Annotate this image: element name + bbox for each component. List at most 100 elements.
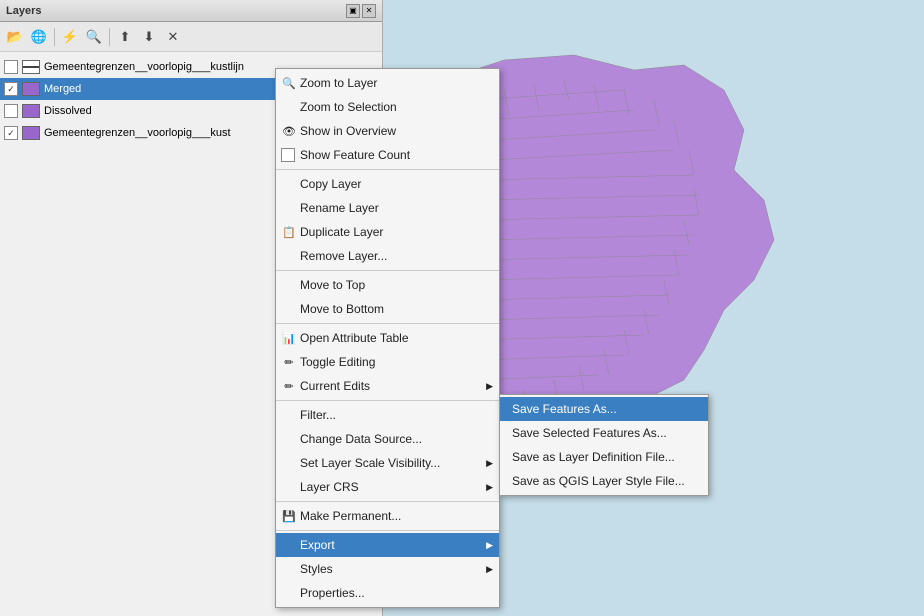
menu-separator-6	[276, 530, 499, 531]
save-selected-features-as-label: Save Selected Features As...	[512, 426, 667, 440]
toolbar-sep-1	[54, 28, 55, 46]
current-edits-item[interactable]: ✏ Current Edits	[276, 374, 499, 398]
save-features-as-item[interactable]: Save Features As...	[500, 397, 708, 421]
layer-name: Merged	[44, 83, 81, 95]
zoom-to-selection-icon	[281, 99, 297, 115]
open-layer-button[interactable]: 📂	[4, 26, 26, 48]
show-in-overview-item[interactable]: 👁 Show in Overview	[276, 119, 499, 143]
move-up-button[interactable]: ⬆	[114, 26, 136, 48]
toggle-editing-icon: ✏	[281, 354, 297, 370]
layer-name: Gemeentegrenzen__voorlopig___kustlijn	[44, 61, 244, 73]
layers-panel-title: Layers	[6, 5, 41, 17]
save-features-as-label: Save Features As...	[512, 402, 617, 416]
layer-crs-icon	[281, 479, 297, 495]
add-wms-button[interactable]: 🌐	[28, 26, 50, 48]
zoom-to-layer-label: Zoom to Layer	[300, 76, 377, 90]
layer-type-icon	[22, 126, 40, 140]
make-permanent-item[interactable]: 💾 Make Permanent...	[276, 504, 499, 528]
remove-layer-icon	[281, 248, 297, 264]
copy-layer-item[interactable]: Copy Layer	[276, 172, 499, 196]
menu-separator-5	[276, 501, 499, 502]
layer-checkbox[interactable]	[4, 82, 18, 96]
properties-icon	[281, 585, 297, 601]
filter-label: Filter...	[300, 408, 336, 422]
restore-button[interactable]: ▣	[346, 4, 360, 18]
layer-name: Dissolved	[44, 105, 92, 117]
set-layer-scale-icon	[281, 455, 297, 471]
close-button[interactable]: ✕	[362, 4, 376, 18]
show-in-overview-label: Show in Overview	[300, 124, 396, 138]
open-attribute-table-label: Open Attribute Table	[300, 331, 409, 345]
move-down-button[interactable]: ⬇	[138, 26, 160, 48]
zoom-to-layer-item[interactable]: 🔍 Zoom to Layer	[276, 71, 499, 95]
layer-type-icon	[22, 60, 40, 74]
filter-button[interactable]: ⚡	[59, 26, 81, 48]
duplicate-layer-item[interactable]: 📋 Duplicate Layer	[276, 220, 499, 244]
change-data-source-item[interactable]: Change Data Source...	[276, 427, 499, 451]
export-submenu: Save Features As... Save Selected Featur…	[499, 394, 709, 496]
current-edits-label: Current Edits	[300, 379, 370, 393]
zoom-to-selection-item[interactable]: Zoom to Selection	[276, 95, 499, 119]
change-data-source-label: Change Data Source...	[300, 432, 422, 446]
menu-separator-1	[276, 169, 499, 170]
show-feature-count-label: Show Feature Count	[300, 148, 410, 162]
layer-type-icon	[22, 104, 40, 118]
layer-crs-label: Layer CRS	[300, 480, 359, 494]
copy-layer-icon	[281, 176, 297, 192]
toggle-editing-item[interactable]: ✏ Toggle Editing	[276, 350, 499, 374]
toolbar-sep-2	[109, 28, 110, 46]
move-to-top-label: Move to Top	[300, 278, 365, 292]
show-feature-count-item[interactable]: Show Feature Count	[276, 143, 499, 167]
save-as-layer-def-label: Save as Layer Definition File...	[512, 450, 675, 464]
open-attribute-table-icon: 📊	[281, 330, 297, 346]
make-permanent-label: Make Permanent...	[300, 509, 401, 523]
properties-label: Properties...	[300, 586, 365, 600]
menu-separator-3	[276, 323, 499, 324]
make-permanent-icon: 💾	[281, 508, 297, 524]
layers-toolbar: 📂 🌐 ⚡ 🔍 ⬆ ⬇ ✕	[0, 22, 382, 52]
remove-button[interactable]: ✕	[162, 26, 184, 48]
export-label: Export	[300, 538, 335, 552]
toggle-editing-label: Toggle Editing	[300, 355, 375, 369]
filter-icon	[281, 407, 297, 423]
save-as-qgis-style-label: Save as QGIS Layer Style File...	[512, 474, 685, 488]
export-item[interactable]: Export	[276, 533, 499, 557]
rename-layer-item[interactable]: Rename Layer	[276, 196, 499, 220]
layer-checkbox[interactable]	[4, 60, 18, 74]
current-edits-icon: ✏	[281, 378, 297, 394]
layers-titlebar: Layers ▣ ✕	[0, 0, 382, 22]
duplicate-layer-icon: 📋	[281, 224, 297, 240]
export-icon	[281, 537, 297, 553]
layer-name: Gemeentegrenzen__voorlopig___kust	[44, 127, 231, 139]
move-to-bottom-label: Move to Bottom	[300, 302, 384, 316]
move-to-top-item[interactable]: Move to Top	[276, 273, 499, 297]
styles-item[interactable]: Styles	[276, 557, 499, 581]
filter-item[interactable]: Filter...	[276, 403, 499, 427]
layer-checkbox[interactable]	[4, 104, 18, 118]
zoom-to-layer-icon: 🔍	[281, 75, 297, 91]
save-as-qgis-style-item[interactable]: Save as QGIS Layer Style File...	[500, 469, 708, 493]
search-button[interactable]: 🔍	[83, 26, 105, 48]
menu-separator-4	[276, 400, 499, 401]
layer-type-icon	[22, 82, 40, 96]
move-to-bottom-item[interactable]: Move to Bottom	[276, 297, 499, 321]
rename-layer-icon	[281, 200, 297, 216]
properties-item[interactable]: Properties...	[276, 581, 499, 605]
zoom-to-selection-label: Zoom to Selection	[300, 100, 397, 114]
menu-separator-2	[276, 270, 499, 271]
feature-count-checkbox[interactable]	[281, 148, 295, 162]
duplicate-layer-label: Duplicate Layer	[300, 225, 383, 239]
layer-crs-item[interactable]: Layer CRS	[276, 475, 499, 499]
show-in-overview-icon: 👁	[281, 123, 297, 139]
save-selected-features-as-item[interactable]: Save Selected Features As...	[500, 421, 708, 445]
save-as-layer-def-item[interactable]: Save as Layer Definition File...	[500, 445, 708, 469]
titlebar-buttons: ▣ ✕	[346, 4, 376, 18]
rename-layer-label: Rename Layer	[300, 201, 379, 215]
set-layer-scale-item[interactable]: Set Layer Scale Visibility...	[276, 451, 499, 475]
styles-icon	[281, 561, 297, 577]
change-data-source-icon	[281, 431, 297, 447]
move-to-bottom-icon	[281, 301, 297, 317]
layer-checkbox[interactable]	[4, 126, 18, 140]
open-attribute-table-item[interactable]: 📊 Open Attribute Table	[276, 326, 499, 350]
remove-layer-item[interactable]: Remove Layer...	[276, 244, 499, 268]
